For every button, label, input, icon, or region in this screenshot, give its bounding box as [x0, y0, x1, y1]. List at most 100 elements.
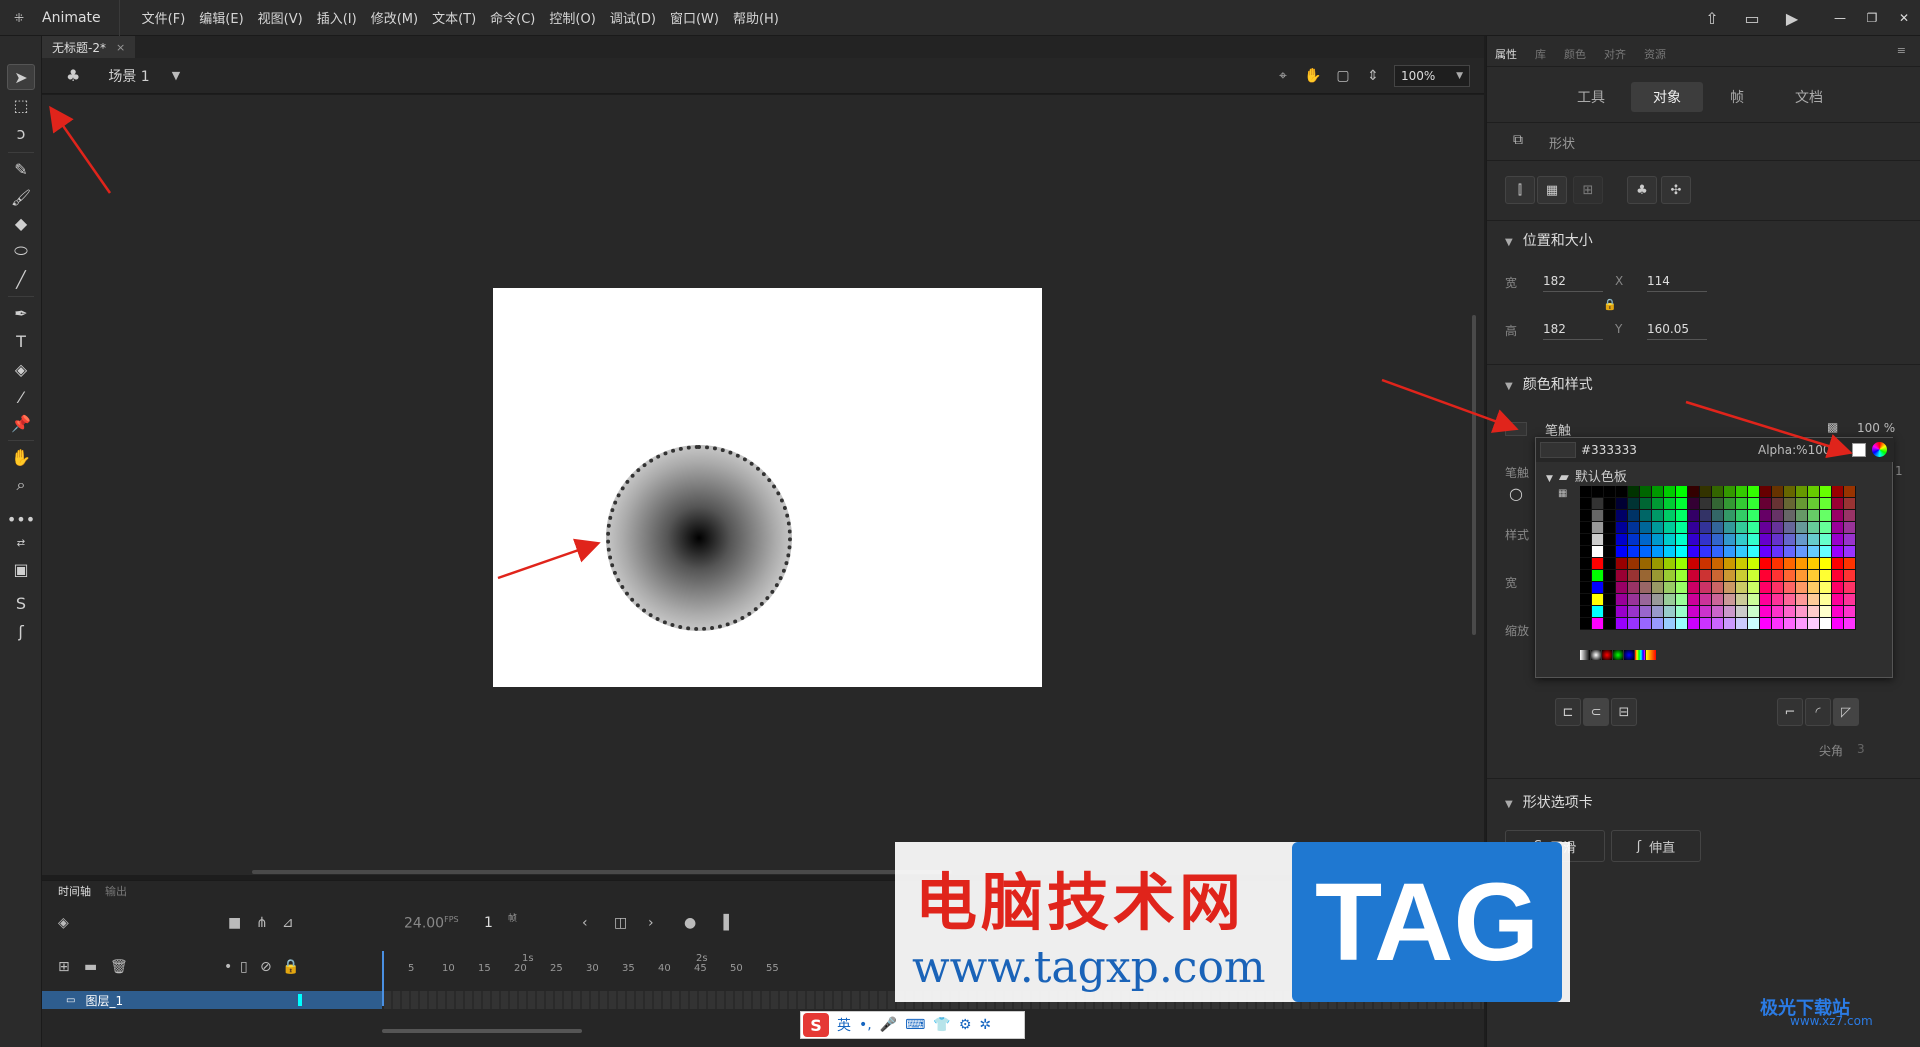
- color-swatch[interactable]: [1784, 558, 1796, 570]
- delete-layer-icon[interactable]: 🗑: [110, 959, 128, 975]
- color-swatch[interactable]: [1820, 570, 1832, 582]
- color-swatch[interactable]: [1844, 486, 1856, 498]
- gradient-swatch[interactable]: [1624, 650, 1634, 660]
- color-swatch[interactable]: [1664, 522, 1676, 534]
- panel-menu-icon[interactable]: ≡: [1897, 44, 1906, 57]
- edit-multiple-icon[interactable]: ▐: [718, 915, 729, 931]
- color-swatch[interactable]: [1652, 606, 1664, 618]
- color-swatch[interactable]: [1736, 606, 1748, 618]
- color-swatch[interactable]: [1628, 594, 1640, 606]
- color-swatch[interactable]: [1640, 594, 1652, 606]
- color-swatch[interactable]: [1640, 498, 1652, 510]
- color-swatch[interactable]: [1796, 534, 1808, 546]
- menu-insert[interactable]: 插入(I): [317, 8, 357, 27]
- color-swatch[interactable]: [1640, 486, 1652, 498]
- color-swatch[interactable]: [1736, 486, 1748, 498]
- color-swatch[interactable]: [1724, 594, 1736, 606]
- gradient-swatch[interactable]: [1646, 650, 1656, 660]
- color-swatch[interactable]: [1676, 498, 1688, 510]
- color-swatch[interactable]: [1652, 582, 1664, 594]
- color-swatch[interactable]: [1712, 618, 1724, 630]
- color-swatch[interactable]: [1772, 534, 1784, 546]
- color-swatch[interactable]: [1820, 582, 1832, 594]
- color-swatch[interactable]: [1748, 570, 1760, 582]
- pin-tool-icon[interactable]: 📌: [7, 410, 35, 436]
- color-swatch[interactable]: [1580, 606, 1592, 618]
- color-swatch[interactable]: [1736, 510, 1748, 522]
- color-swatch[interactable]: [1664, 486, 1676, 498]
- color-swatch[interactable]: [1712, 558, 1724, 570]
- color-swatch[interactable]: [1604, 534, 1616, 546]
- color-swatch[interactable]: [1748, 510, 1760, 522]
- gradient-swatch[interactable]: [1602, 650, 1612, 660]
- color-swatch[interactable]: [1616, 594, 1628, 606]
- color-swatch[interactable]: [1724, 582, 1736, 594]
- color-swatch[interactable]: [1700, 546, 1712, 558]
- workspace-icon[interactable]: ▭: [1732, 0, 1772, 36]
- color-swatch[interactable]: [1832, 570, 1844, 582]
- color-swatch[interactable]: [1736, 558, 1748, 570]
- color-swatch[interactable]: [1652, 522, 1664, 534]
- cap-round-icon[interactable]: ⊂: [1583, 698, 1609, 726]
- visibility-icon[interactable]: ⊘: [260, 959, 272, 975]
- insert-keyframe-icon[interactable]: ◫: [614, 915, 627, 931]
- color-swatch[interactable]: [1772, 522, 1784, 534]
- color-swatch[interactable]: [1808, 522, 1820, 534]
- stroke-alpha[interactable]: 100 %: [1857, 421, 1895, 435]
- eyedropper-icon[interactable]: ⁄: [7, 384, 35, 410]
- color-swatch[interactable]: [1640, 618, 1652, 630]
- color-swatch[interactable]: [1760, 594, 1772, 606]
- color-swatch[interactable]: [1736, 582, 1748, 594]
- color-swatch[interactable]: [1832, 618, 1844, 630]
- color-swatch[interactable]: [1736, 534, 1748, 546]
- hand-tool-icon[interactable]: ✋: [7, 444, 35, 470]
- menu-edit[interactable]: 编辑(E): [199, 8, 243, 27]
- subtab-object[interactable]: 对象: [1631, 82, 1703, 112]
- paint-bucket-icon[interactable]: ◈: [7, 356, 35, 382]
- color-swatch[interactable]: [1724, 546, 1736, 558]
- color-swatch[interactable]: [1616, 546, 1628, 558]
- text-tool-icon[interactable]: T: [7, 328, 35, 354]
- tab-align[interactable]: 对齐: [1604, 46, 1626, 62]
- color-swatch[interactable]: [1784, 582, 1796, 594]
- color-swatch[interactable]: [1796, 510, 1808, 522]
- color-swatch[interactable]: [1712, 522, 1724, 534]
- join-bevel-icon[interactable]: ◸: [1833, 698, 1859, 726]
- new-folder-icon[interactable]: ▬: [84, 959, 97, 975]
- color-swatch[interactable]: [1592, 618, 1604, 630]
- color-swatch[interactable]: [1616, 618, 1628, 630]
- color-swatch[interactable]: [1664, 546, 1676, 558]
- color-swatch[interactable]: [1808, 582, 1820, 594]
- color-swatch[interactable]: [1748, 606, 1760, 618]
- color-swatch[interactable]: [1736, 498, 1748, 510]
- straighten-button[interactable]: ʃ 伸直: [1611, 830, 1701, 862]
- color-swatch[interactable]: [1652, 618, 1664, 630]
- color-swatch[interactable]: [1784, 570, 1796, 582]
- gradient-circle-shape[interactable]: [606, 445, 792, 631]
- distribute-icon[interactable]: ⫿: [1505, 176, 1535, 204]
- smooth-icon[interactable]: S: [7, 590, 35, 616]
- color-swatch[interactable]: [1832, 486, 1844, 498]
- restore-button[interactable]: ❐: [1856, 8, 1888, 28]
- color-swatch[interactable]: [1820, 534, 1832, 546]
- color-swatch[interactable]: [1700, 534, 1712, 546]
- color-swatch[interactable]: [1712, 510, 1724, 522]
- color-swatch[interactable]: [1628, 618, 1640, 630]
- color-swatch[interactable]: [1724, 606, 1736, 618]
- color-swatch[interactable]: [1760, 582, 1772, 594]
- color-swatch[interactable]: [1640, 558, 1652, 570]
- current-frame[interactable]: 1: [484, 915, 493, 931]
- color-swatch[interactable]: [1772, 618, 1784, 630]
- color-swatch[interactable]: [1592, 558, 1604, 570]
- ime-mode[interactable]: 英: [837, 1015, 851, 1035]
- color-swatch[interactable]: [1604, 510, 1616, 522]
- free-transform-tool-icon[interactable]: ⬚: [7, 92, 35, 118]
- color-swatch[interactable]: [1844, 558, 1856, 570]
- color-swatch[interactable]: [1820, 606, 1832, 618]
- more-tools-icon[interactable]: •••: [7, 506, 35, 532]
- color-swatch[interactable]: [1676, 546, 1688, 558]
- color-swatch[interactable]: [1760, 546, 1772, 558]
- subtab-tool[interactable]: 工具: [1555, 82, 1627, 112]
- color-swatch[interactable]: [1592, 498, 1604, 510]
- color-swatch[interactable]: [1652, 486, 1664, 498]
